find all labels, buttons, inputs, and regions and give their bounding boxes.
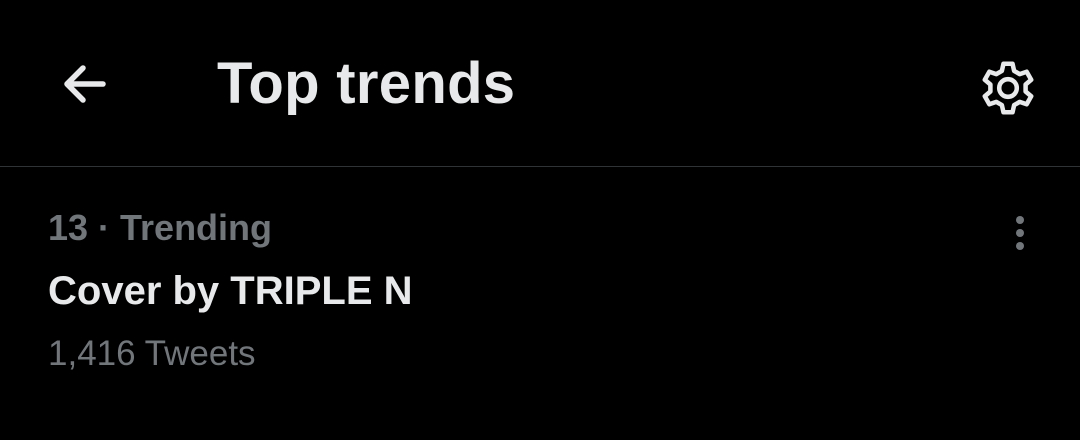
more-vertical-icon [1016,242,1024,250]
more-options-button[interactable] [994,204,1046,262]
gear-icon [982,61,1034,115]
trend-tweet-count: 1,416 Tweets [48,334,256,373]
more-vertical-icon [1016,229,1024,237]
top-app-bar: Top trends [0,0,1080,167]
trend-meta: 13 · Trending [48,207,273,248]
settings-button[interactable] [970,50,1046,126]
trend-item[interactable]: 13 · Trending Cover by TRIPLE N 1,416 Tw… [0,168,1080,400]
page-title: Top trends [217,51,516,116]
trend-name: Cover by TRIPLE N [48,269,413,313]
more-vertical-icon [1016,216,1024,224]
arrow-left-icon [64,65,106,103]
back-button[interactable] [46,46,122,122]
